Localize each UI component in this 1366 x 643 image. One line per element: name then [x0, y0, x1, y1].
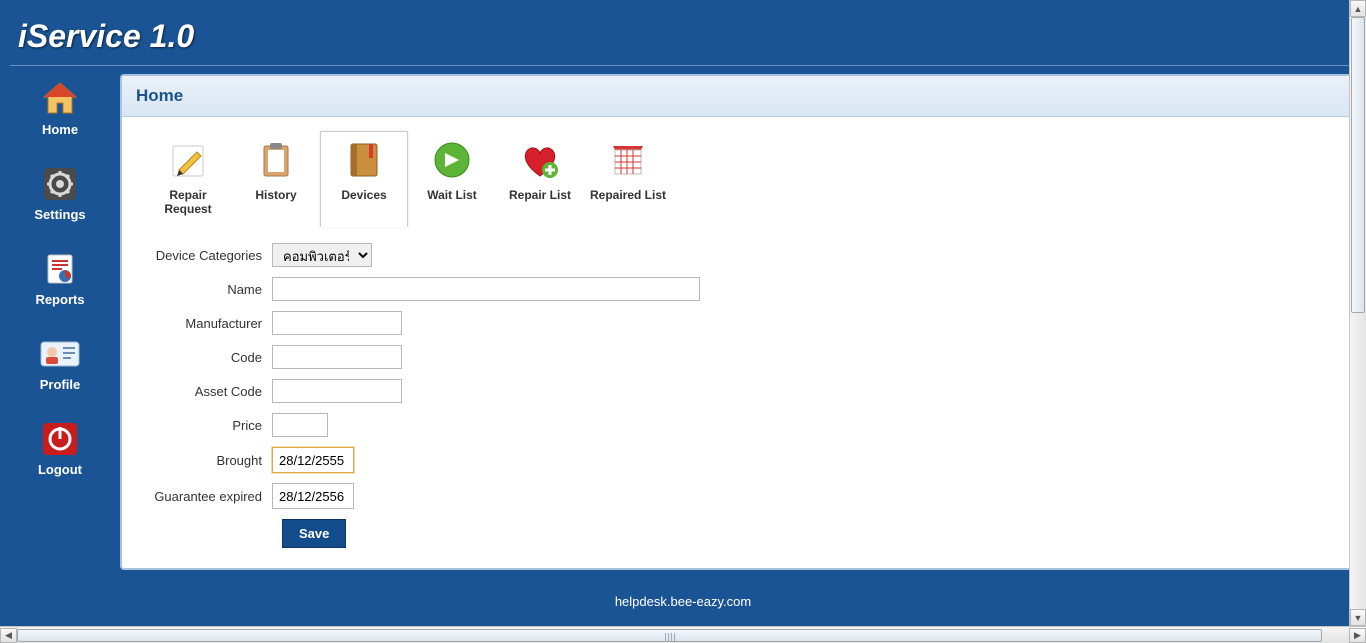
- scroll-up-arrow[interactable]: ▲: [1350, 0, 1366, 17]
- sidebar-item-label: Logout: [20, 462, 100, 477]
- tool-label: Wait List: [411, 188, 493, 202]
- label-asset-code: Asset Code: [142, 384, 272, 399]
- power-icon: [38, 420, 82, 458]
- sidebar-item-label: Reports: [20, 292, 100, 307]
- guarantee-date-input[interactable]: [272, 483, 354, 509]
- save-button[interactable]: Save: [282, 519, 346, 548]
- label-price: Price: [142, 418, 272, 433]
- label-manufacturer: Manufacturer: [142, 316, 272, 331]
- report-icon: [38, 250, 82, 288]
- horizontal-scrollbar[interactable]: ◀ ▶: [0, 626, 1366, 643]
- scroll-down-arrow[interactable]: ▼: [1350, 609, 1366, 626]
- tool-repair-request[interactable]: Repair Request: [144, 131, 232, 227]
- manufacturer-input[interactable]: [272, 311, 402, 335]
- label-brought: Brought: [142, 453, 272, 468]
- tool-repair-list[interactable]: Repair List: [496, 131, 584, 227]
- name-input[interactable]: [272, 277, 700, 301]
- gear-icon: [38, 165, 82, 203]
- scroll-right-arrow[interactable]: ▶: [1349, 628, 1366, 643]
- sidebar-item-reports[interactable]: Reports: [20, 250, 100, 307]
- arrow-right-icon: [428, 138, 476, 182]
- clipboard-icon: [252, 138, 300, 182]
- profile-icon: [38, 335, 82, 373]
- home-icon: [38, 80, 82, 118]
- tool-label: Repair List: [499, 188, 581, 202]
- pencil-note-icon: [164, 138, 212, 182]
- vertical-scrollbar[interactable]: ▲ ▼: [1349, 0, 1366, 626]
- sidebar-item-settings[interactable]: Settings: [20, 165, 100, 222]
- tool-repaired-list[interactable]: Repaired List: [584, 131, 672, 227]
- label-guarantee: Guarantee expired: [142, 489, 272, 504]
- sidebar: Home Settings: [0, 74, 120, 570]
- toolbar: Repair Request History: [122, 117, 1354, 227]
- device-form: Device Categories คอมพิวเตอร์ Name Manuf…: [122, 227, 1354, 568]
- sidebar-item-label: Settings: [20, 207, 100, 222]
- tool-devices[interactable]: Devices: [320, 131, 408, 227]
- tool-label: Repaired List: [587, 188, 669, 202]
- tool-label: History: [235, 188, 317, 202]
- label-name: Name: [142, 282, 272, 297]
- tool-label: Repair Request: [147, 188, 229, 216]
- label-code: Code: [142, 350, 272, 365]
- main-panel: Home Repair Request: [120, 74, 1356, 570]
- price-input[interactable]: [272, 413, 328, 437]
- panel-title: Home: [122, 76, 1354, 117]
- device-category-select[interactable]: คอมพิวเตอร์: [272, 243, 372, 267]
- tool-label: Devices: [323, 188, 405, 202]
- label-category: Device Categories: [142, 248, 272, 263]
- footer-text: helpdesk.bee-eazy.com: [0, 570, 1366, 619]
- code-input[interactable]: [272, 345, 402, 369]
- horizontal-scroll-thumb[interactable]: [17, 629, 1322, 642]
- sidebar-item-logout[interactable]: Logout: [20, 420, 100, 477]
- scroll-left-arrow[interactable]: ◀: [0, 628, 17, 643]
- tool-wait-list[interactable]: Wait List: [408, 131, 496, 227]
- book-icon: [340, 138, 388, 182]
- sidebar-item-label: Profile: [20, 377, 100, 392]
- app-title: iService 1.0: [0, 0, 1366, 65]
- vertical-scroll-thumb[interactable]: [1351, 17, 1365, 313]
- heart-plus-icon: [516, 138, 564, 182]
- sidebar-item-profile[interactable]: Profile: [20, 335, 100, 392]
- brought-date-input[interactable]: [272, 447, 354, 473]
- sidebar-item-label: Home: [20, 122, 100, 137]
- tool-history[interactable]: History: [232, 131, 320, 227]
- calendar-icon: [604, 138, 652, 182]
- asset-code-input[interactable]: [272, 379, 402, 403]
- sidebar-item-home[interactable]: Home: [20, 80, 100, 137]
